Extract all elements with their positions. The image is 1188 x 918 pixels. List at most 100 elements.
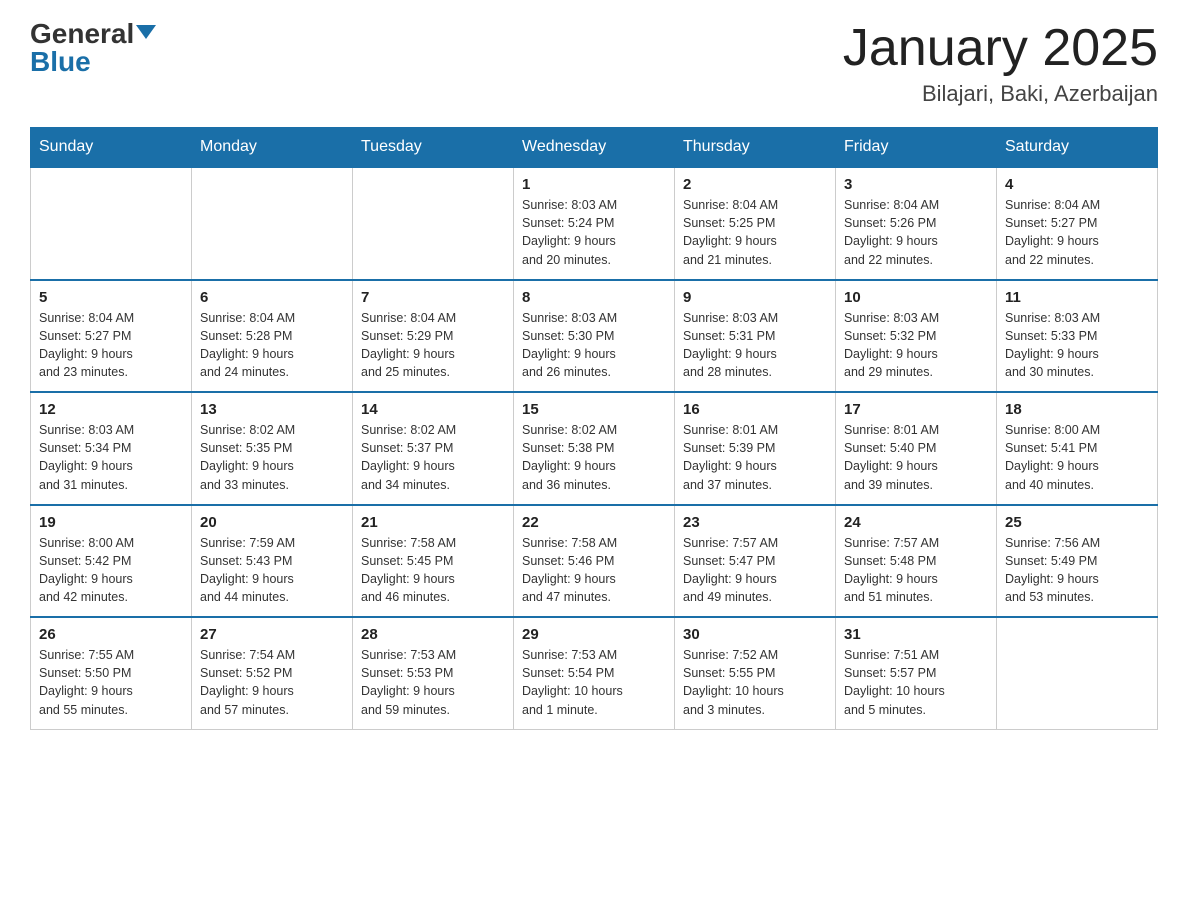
day-number: 18 [1005, 401, 1149, 418]
day-info: Sunrise: 8:02 AMSunset: 5:37 PMDaylight:… [361, 421, 505, 494]
calendar-cell: 7Sunrise: 8:04 AMSunset: 5:29 PMDaylight… [353, 280, 514, 393]
calendar-cell [192, 167, 353, 280]
day-info: Sunrise: 7:57 AMSunset: 5:48 PMDaylight:… [844, 534, 988, 607]
day-info: Sunrise: 8:03 AMSunset: 5:33 PMDaylight:… [1005, 309, 1149, 382]
calendar-cell: 29 Sunrise: 7:53 AMSunset: 5:54 PMDayligh… [514, 617, 675, 729]
calendar-cell: 11 Sunrise: 8:03 AMSunset: 5:33 PMDayligh… [997, 280, 1158, 393]
day-number: 12 [39, 401, 183, 418]
logo-general-text: General [30, 20, 134, 48]
day-info: Sunrise: 8:04 AMSunset: 5:27 PMDaylight:… [1005, 196, 1149, 269]
day-info: Sunrise: 8:01 AMSunset: 5:39 PMDaylight:… [683, 421, 827, 494]
day-info: Sunrise: 7:56 AMSunset: 5:49 PMDaylight:… [1005, 534, 1149, 607]
day-number: 22 [522, 514, 666, 531]
logo-triangle-icon [136, 25, 156, 39]
calendar-cell: 1 Sunrise: 8:03 AMSunset: 5:24 PMDaylight… [514, 167, 675, 280]
day-number: 25 [1005, 514, 1149, 531]
header-day-monday: Monday [192, 128, 353, 168]
day-info: Sunrise: 8:04 AMSunset: 5:27 PMDaylight:… [39, 309, 183, 382]
day-info: Sunrise: 7:52 AMSunset: 5:55 PMDaylight:… [683, 646, 827, 719]
day-info: Sunrise: 7:57 AMSunset: 5:47 PMDaylight:… [683, 534, 827, 607]
day-number: 28 [361, 626, 505, 643]
calendar-cell: 25 Sunrise: 7:56 AMSunset: 5:49 PMDayligh… [997, 505, 1158, 618]
day-number: 30 [683, 626, 827, 643]
location-text: Bilajari, Baki, Azerbaijan [843, 81, 1158, 107]
day-number: 3 [844, 176, 988, 193]
calendar-week-row: 1 Sunrise: 8:03 AMSunset: 5:24 PMDaylight… [31, 167, 1158, 280]
calendar-cell: 14Sunrise: 8:02 AMSunset: 5:37 PMDayligh… [353, 392, 514, 505]
calendar-cell [31, 167, 192, 280]
day-number: 24 [844, 514, 988, 531]
calendar-cell: 26 Sunrise: 7:55 AMSunset: 5:50 PMDayligh… [31, 617, 192, 729]
calendar-cell: 18 Sunrise: 8:00 AMSunset: 5:41 PMDayligh… [997, 392, 1158, 505]
header-day-saturday: Saturday [997, 128, 1158, 168]
day-info: Sunrise: 8:01 AMSunset: 5:40 PMDaylight:… [844, 421, 988, 494]
day-number: 29 [522, 626, 666, 643]
header-row: SundayMondayTuesdayWednesdayThursdayFrid… [31, 128, 1158, 168]
day-number: 9 [683, 289, 827, 306]
day-info: Sunrise: 7:51 AMSunset: 5:57 PMDaylight:… [844, 646, 988, 719]
day-number: 11 [1005, 289, 1149, 306]
day-number: 27 [200, 626, 344, 643]
calendar-table: SundayMondayTuesdayWednesdayThursdayFrid… [30, 127, 1158, 730]
calendar-cell: 27 Sunrise: 7:54 AMSunset: 5:52 PMDayligh… [192, 617, 353, 729]
day-info: Sunrise: 7:58 AMSunset: 5:46 PMDaylight:… [522, 534, 666, 607]
calendar-cell: 16Sunrise: 8:01 AMSunset: 5:39 PMDayligh… [675, 392, 836, 505]
month-title: January 2025 [843, 20, 1158, 77]
calendar-cell: 9 Sunrise: 8:03 AMSunset: 5:31 PMDaylight… [675, 280, 836, 393]
day-number: 10 [844, 289, 988, 306]
day-info: Sunrise: 8:04 AMSunset: 5:26 PMDaylight:… [844, 196, 988, 269]
day-number: 2 [683, 176, 827, 193]
day-number: 17 [844, 401, 988, 418]
day-number: 26 [39, 626, 183, 643]
day-number: 4 [1005, 176, 1149, 193]
day-info: Sunrise: 7:53 AMSunset: 5:53 PMDaylight:… [361, 646, 505, 719]
day-number: 6 [200, 289, 344, 306]
calendar-cell: 23 Sunrise: 7:57 AMSunset: 5:47 PMDayligh… [675, 505, 836, 618]
day-info: Sunrise: 7:59 AMSunset: 5:43 PMDaylight:… [200, 534, 344, 607]
logo-blue-text: Blue [30, 48, 91, 76]
calendar-week-row: 5 Sunrise: 8:04 AMSunset: 5:27 PMDaylight… [31, 280, 1158, 393]
day-number: 15 [522, 401, 666, 418]
calendar-cell: 28 Sunrise: 7:53 AMSunset: 5:53 PMDayligh… [353, 617, 514, 729]
header-day-friday: Friday [836, 128, 997, 168]
day-info: Sunrise: 7:58 AMSunset: 5:45 PMDaylight:… [361, 534, 505, 607]
calendar-cell: 24 Sunrise: 7:57 AMSunset: 5:48 PMDayligh… [836, 505, 997, 618]
day-info: Sunrise: 8:03 AMSunset: 5:34 PMDaylight:… [39, 421, 183, 494]
calendar-cell: 2Sunrise: 8:04 AMSunset: 5:25 PMDaylight… [675, 167, 836, 280]
calendar-cell: 15Sunrise: 8:02 AMSunset: 5:38 PMDayligh… [514, 392, 675, 505]
page-header: General Blue January 2025 Bilajari, Baki… [30, 20, 1158, 107]
title-area: January 2025 Bilajari, Baki, Azerbaijan [843, 20, 1158, 107]
day-info: Sunrise: 8:03 AMSunset: 5:32 PMDaylight:… [844, 309, 988, 382]
header-day-wednesday: Wednesday [514, 128, 675, 168]
day-number: 8 [522, 289, 666, 306]
day-info: Sunrise: 7:54 AMSunset: 5:52 PMDaylight:… [200, 646, 344, 719]
day-info: Sunrise: 8:00 AMSunset: 5:42 PMDaylight:… [39, 534, 183, 607]
calendar-cell: 21Sunrise: 7:58 AMSunset: 5:45 PMDayligh… [353, 505, 514, 618]
calendar-cell: 6 Sunrise: 8:04 AMSunset: 5:28 PMDaylight… [192, 280, 353, 393]
day-info: Sunrise: 8:03 AMSunset: 5:31 PMDaylight:… [683, 309, 827, 382]
calendar-header: SundayMondayTuesdayWednesdayThursdayFrid… [31, 128, 1158, 168]
day-info: Sunrise: 8:03 AMSunset: 5:24 PMDaylight:… [522, 196, 666, 269]
header-day-sunday: Sunday [31, 128, 192, 168]
day-info: Sunrise: 7:53 AMSunset: 5:54 PMDaylight:… [522, 646, 666, 719]
day-info: Sunrise: 8:03 AMSunset: 5:30 PMDaylight:… [522, 309, 666, 382]
calendar-cell: 30 Sunrise: 7:52 AMSunset: 5:55 PMDayligh… [675, 617, 836, 729]
day-info: Sunrise: 8:04 AMSunset: 5:28 PMDaylight:… [200, 309, 344, 382]
day-number: 23 [683, 514, 827, 531]
calendar-cell [997, 617, 1158, 729]
calendar-week-row: 26 Sunrise: 7:55 AMSunset: 5:50 PMDayligh… [31, 617, 1158, 729]
day-info: Sunrise: 7:55 AMSunset: 5:50 PMDaylight:… [39, 646, 183, 719]
calendar-cell: 22 Sunrise: 7:58 AMSunset: 5:46 PMDayligh… [514, 505, 675, 618]
day-number: 5 [39, 289, 183, 306]
day-info: Sunrise: 8:00 AMSunset: 5:41 PMDaylight:… [1005, 421, 1149, 494]
day-info: Sunrise: 8:04 AMSunset: 5:29 PMDaylight:… [361, 309, 505, 382]
calendar-cell: 8 Sunrise: 8:03 AMSunset: 5:30 PMDaylight… [514, 280, 675, 393]
calendar-cell: 13Sunrise: 8:02 AMSunset: 5:35 PMDayligh… [192, 392, 353, 505]
calendar-week-row: 12 Sunrise: 8:03 AMSunset: 5:34 PMDayligh… [31, 392, 1158, 505]
calendar-cell: 20Sunrise: 7:59 AMSunset: 5:43 PMDayligh… [192, 505, 353, 618]
day-number: 31 [844, 626, 988, 643]
day-number: 19 [39, 514, 183, 531]
day-number: 1 [522, 176, 666, 193]
day-info: Sunrise: 8:02 AMSunset: 5:35 PMDaylight:… [200, 421, 344, 494]
logo: General Blue [30, 20, 156, 76]
